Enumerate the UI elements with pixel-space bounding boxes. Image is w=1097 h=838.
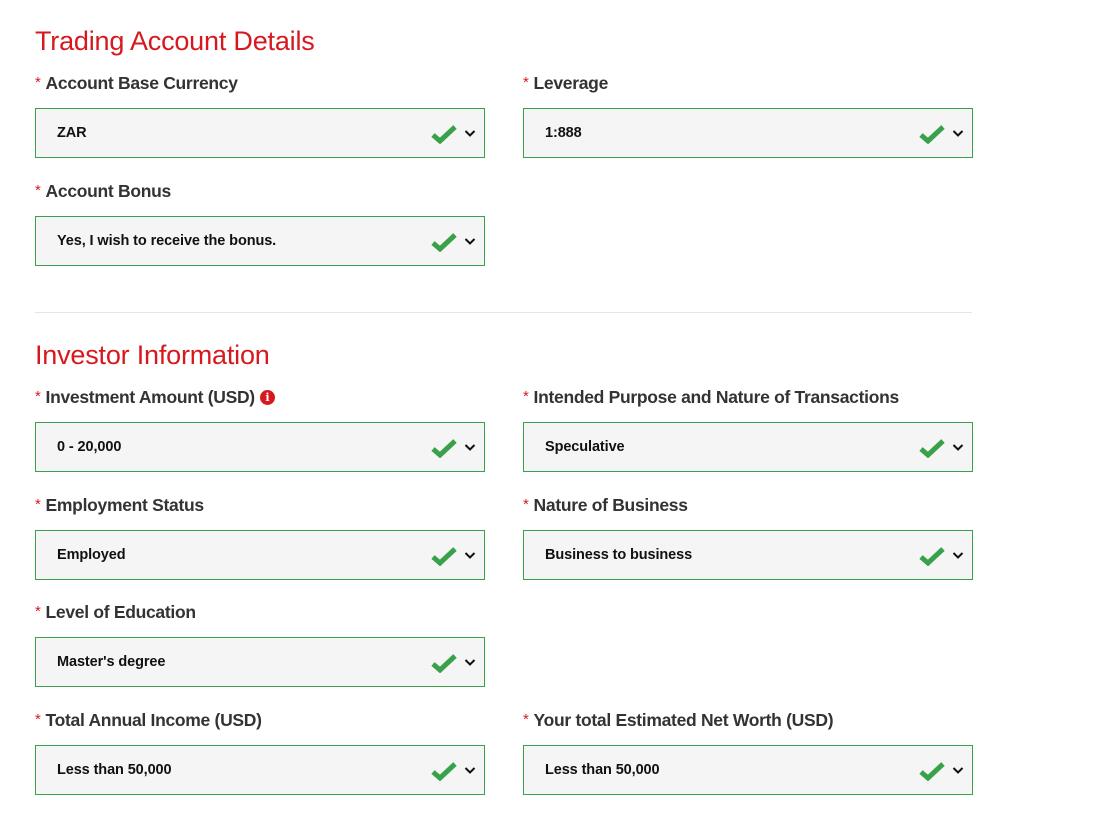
chevron-down-icon[interactable] xyxy=(952,766,964,775)
label-text: Employment Status xyxy=(45,495,205,515)
chevron-down-icon[interactable] xyxy=(464,443,476,452)
field-label: * Account Base Currency xyxy=(35,72,485,94)
check-icon xyxy=(431,439,457,458)
label-text: Intended Purpose and Nature of Transacti… xyxy=(533,387,900,407)
chevron-down-icon[interactable] xyxy=(464,766,476,775)
select-value: ZAR xyxy=(57,125,87,141)
account-base-currency-select[interactable]: ZAR xyxy=(35,108,485,158)
field-leverage: * Leverage 1:888 xyxy=(523,72,973,158)
check-icon xyxy=(919,762,945,781)
employment-status-select[interactable]: Employed xyxy=(35,530,485,580)
field-level-of-education: * Level of Education Master's degree xyxy=(35,601,485,687)
required-mark: * xyxy=(523,388,529,405)
field-nature-of-business: * Nature of Business Business to busines… xyxy=(523,494,973,580)
chevron-down-icon[interactable] xyxy=(464,658,476,667)
check-icon xyxy=(431,547,457,566)
section-title-trading: Trading Account Details xyxy=(35,26,315,56)
field-label: * Account Bonus xyxy=(35,180,485,202)
estimated-net-worth-select[interactable]: Less than 50,000 xyxy=(523,745,973,795)
field-label: * Leverage xyxy=(523,72,973,94)
investment-amount-select[interactable]: 0 - 20,000 xyxy=(35,422,485,472)
select-value: Yes, I wish to receive the bonus. xyxy=(57,233,277,249)
field-label: * Investment Amount (USD) i xyxy=(35,386,485,408)
select-value: 1:888 xyxy=(545,125,582,141)
chevron-down-icon[interactable] xyxy=(464,551,476,560)
select-value: Master's degree xyxy=(57,654,166,670)
select-value: Less than 50,000 xyxy=(57,762,172,778)
label-text: Total Annual Income (USD) xyxy=(45,710,262,730)
total-annual-income-select[interactable]: Less than 50,000 xyxy=(35,745,485,795)
required-mark: * xyxy=(35,711,41,728)
check-icon xyxy=(431,233,457,252)
required-mark: * xyxy=(35,74,41,91)
field-label: * Intended Purpose and Nature of Transac… xyxy=(523,386,973,408)
info-icon[interactable]: i xyxy=(259,389,275,405)
intended-purpose-select[interactable]: Speculative xyxy=(523,422,973,472)
check-icon xyxy=(431,125,457,144)
chevron-down-icon[interactable] xyxy=(464,237,476,246)
select-value: Speculative xyxy=(545,439,625,455)
field-account-base-currency: * Account Base Currency ZAR xyxy=(35,72,485,158)
label-text: Nature of Business xyxy=(533,495,688,515)
chevron-down-icon[interactable] xyxy=(952,551,964,560)
field-label: * Level of Education xyxy=(35,601,485,623)
field-label: * Nature of Business xyxy=(523,494,973,516)
label-text: Account Base Currency xyxy=(45,73,238,93)
required-mark: * xyxy=(35,496,41,513)
chevron-down-icon[interactable] xyxy=(952,129,964,138)
field-label: * Employment Status xyxy=(35,494,485,516)
field-estimated-net-worth: * Your total Estimated Net Worth (USD) L… xyxy=(523,709,973,795)
select-value: 0 - 20,000 xyxy=(57,439,122,455)
check-icon xyxy=(919,125,945,144)
field-investment-amount: * Investment Amount (USD) i 0 - 20,000 xyxy=(35,386,485,472)
section-divider xyxy=(35,312,972,313)
label-text: Your total Estimated Net Worth (USD) xyxy=(533,710,834,730)
required-mark: * xyxy=(35,388,41,405)
required-mark: * xyxy=(35,182,41,199)
select-value: Employed xyxy=(57,547,126,563)
field-total-annual-income: * Total Annual Income (USD) Less than 50… xyxy=(35,709,485,795)
required-mark: * xyxy=(523,496,529,513)
label-text: Account Bonus xyxy=(45,181,172,201)
check-icon xyxy=(431,762,457,781)
field-employment-status: * Employment Status Employed xyxy=(35,494,485,580)
level-of-education-select[interactable]: Master's degree xyxy=(35,637,485,687)
required-mark: * xyxy=(523,74,529,91)
leverage-select[interactable]: 1:888 xyxy=(523,108,973,158)
account-bonus-select[interactable]: Yes, I wish to receive the bonus. xyxy=(35,216,485,266)
check-icon xyxy=(919,547,945,566)
field-label: * Total Annual Income (USD) xyxy=(35,709,485,731)
chevron-down-icon[interactable] xyxy=(464,129,476,138)
label-text: Leverage xyxy=(533,73,609,93)
chevron-down-icon[interactable] xyxy=(952,443,964,452)
select-value: Business to business xyxy=(545,547,693,563)
nature-of-business-select[interactable]: Business to business xyxy=(523,530,973,580)
label-text: Investment Amount (USD) xyxy=(45,387,256,407)
required-mark: * xyxy=(35,603,41,620)
field-intended-purpose: * Intended Purpose and Nature of Transac… xyxy=(523,386,973,472)
select-value: Less than 50,000 xyxy=(545,762,660,778)
required-mark: * xyxy=(523,711,529,728)
section-title-investor: Investor Information xyxy=(35,340,270,370)
field-label: * Your total Estimated Net Worth (USD) xyxy=(523,709,973,731)
check-icon xyxy=(919,439,945,458)
check-icon xyxy=(431,654,457,673)
field-account-bonus: * Account Bonus Yes, I wish to receive t… xyxy=(35,180,485,266)
label-text: Level of Education xyxy=(45,602,196,622)
